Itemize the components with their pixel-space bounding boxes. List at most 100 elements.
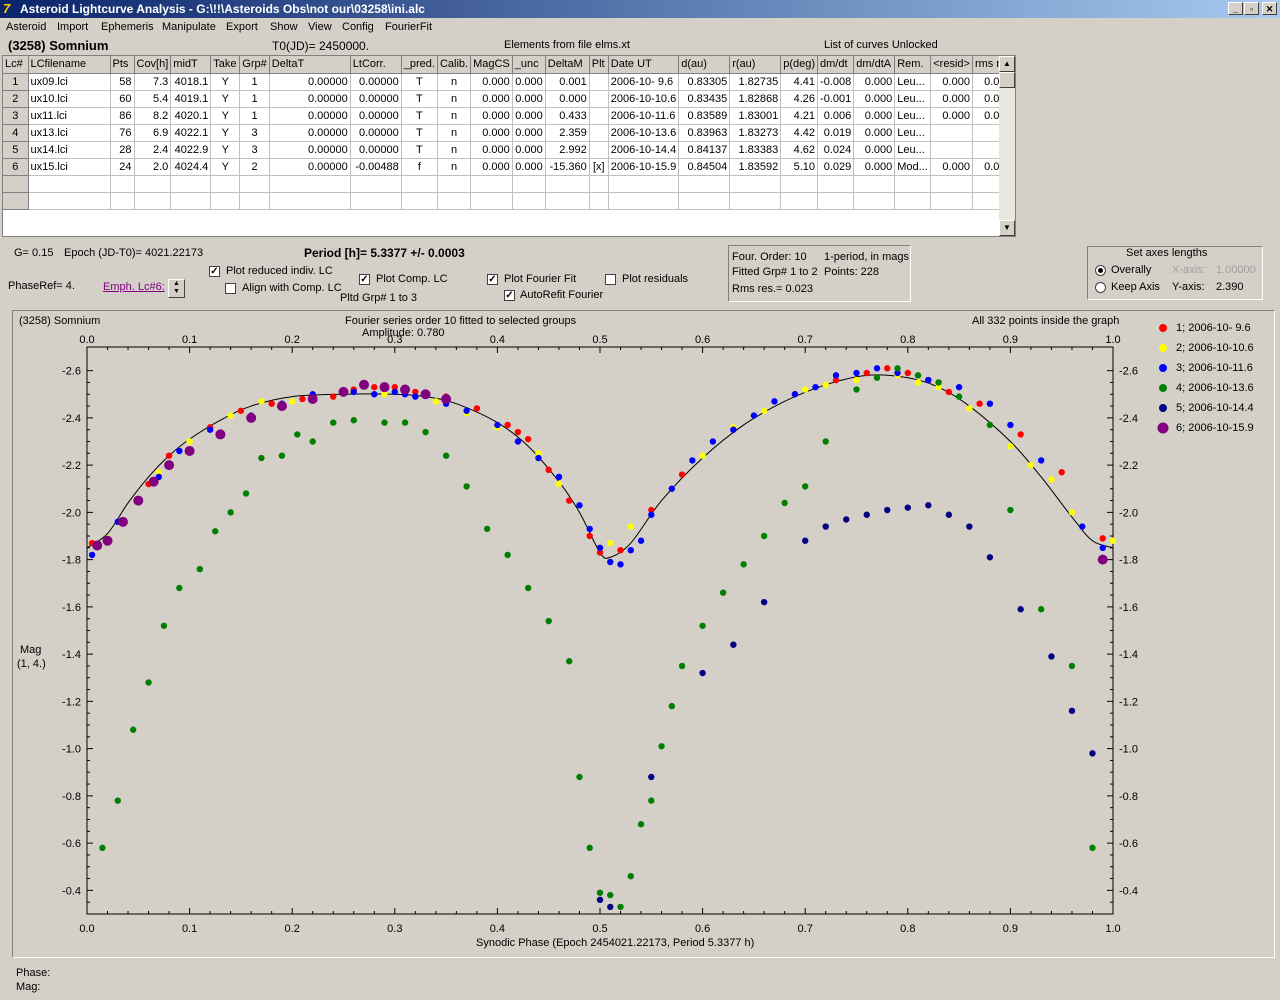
grid-row[interactable]: 2 ux10.lci 60 5.4 4019.1 Y 1 0.00000 0.00000 Tn 0.… <box>3 90 1015 108</box>
close-button[interactable]: ✕ <box>1262 2 1277 15</box>
grid-cell[interactable]: 0.000 <box>512 73 546 91</box>
grid-cell[interactable]: 4.62 <box>780 141 819 159</box>
grid-cell[interactable]: 0.000 <box>470 107 513 125</box>
grid-scrollbar[interactable]: ▲ ▼ <box>999 56 1015 236</box>
grid-row[interactable]: 6 ux15.lci 24 2.0 4024.4 Y 2 0.00000 -0.00488 f n 0… <box>3 158 1015 176</box>
grid-cell[interactable] <box>350 192 402 210</box>
grid-cell[interactable]: 1 <box>239 73 270 91</box>
grid-cell[interactable] <box>437 192 472 210</box>
grid-cell[interactable]: 0.000 <box>545 90 590 108</box>
grid-cell[interactable] <box>894 175 932 193</box>
grid-cell[interactable]: 2 <box>239 158 270 176</box>
plot-fourier-checkbox[interactable]: ✓ <box>487 274 498 285</box>
grid-cell[interactable]: 0.00000 <box>269 90 351 108</box>
grid-row[interactable]: 3 ux11.lci 86 8.2 4020.1 Y 1 0.00000 0.00000 Tn 0.… <box>3 107 1015 125</box>
plot-reduced-checkbox[interactable]: ✓ <box>209 266 220 277</box>
grid-cell[interactable]: 1.82868 <box>729 90 782 108</box>
grid-cell[interactable]: 1.82735 <box>729 73 782 91</box>
grid-cell[interactable]: 4 <box>3 124 29 142</box>
grid-cell[interactable]: Y <box>210 90 241 108</box>
minimize-button[interactable]: _ <box>1228 2 1243 15</box>
grid-cell[interactable] <box>545 175 590 193</box>
grid-cell[interactable]: ux10.lci <box>28 90 111 108</box>
grid-cell[interactable]: 0.000 <box>512 158 546 176</box>
grid-cell[interactable] <box>589 90 609 108</box>
grid-cell[interactable] <box>930 124 973 142</box>
emph-lc-spinner[interactable]: ▲ ▼ <box>168 279 185 298</box>
grid-cell[interactable] <box>853 192 896 210</box>
grid-cell[interactable]: Y <box>210 141 241 159</box>
grid-cell[interactable] <box>545 192 590 210</box>
grid-header-cell[interactable]: dm/dtA <box>853 56 896 74</box>
grid-cell[interactable]: 3 <box>239 124 270 142</box>
grid-cell[interactable] <box>110 175 135 193</box>
grid-cell[interactable] <box>512 192 546 210</box>
grid-cell[interactable]: 8.2 <box>134 107 172 125</box>
maximize-button[interactable]: ▫ <box>1244 2 1259 15</box>
grid-cell[interactable]: -15.360 <box>545 158 590 176</box>
grid-cell[interactable]: 4.26 <box>780 90 819 108</box>
grid-cell[interactable]: n <box>437 141 472 159</box>
scroll-up-button[interactable]: ▲ <box>999 56 1015 72</box>
grid-cell[interactable]: 4019.1 <box>170 90 212 108</box>
grid-cell[interactable]: n <box>437 73 472 91</box>
grid-cell[interactable] <box>589 141 609 159</box>
grid-cell[interactable]: ux11.lci <box>28 107 111 125</box>
grid-cell[interactable] <box>678 175 731 193</box>
grid-cell[interactable]: 3 <box>3 107 29 125</box>
grid-cell[interactable] <box>512 175 546 193</box>
grid-row[interactable] <box>3 175 1015 193</box>
grid-cell[interactable] <box>470 175 513 193</box>
grid-cell[interactable]: 1.83273 <box>729 124 782 142</box>
grid-header-cell[interactable]: d(au) <box>678 56 731 74</box>
scroll-down-button[interactable]: ▼ <box>999 220 1015 236</box>
grid-cell[interactable] <box>350 175 402 193</box>
grid-cell[interactable] <box>589 107 609 125</box>
menu-ephemeris[interactable]: Ephemeris <box>101 21 154 33</box>
grid-header-cell[interactable]: dm/dt <box>817 56 855 74</box>
grid-cell[interactable] <box>269 192 351 210</box>
grid-cell[interactable]: 0.00000 <box>269 124 351 142</box>
grid-cell[interactable] <box>729 192 782 210</box>
grid-cell[interactable]: 0.83963 <box>678 124 731 142</box>
grid-cell[interactable]: 28 <box>110 141 135 159</box>
grid-cell[interactable] <box>930 141 973 159</box>
grid-cell[interactable]: 0.000 <box>470 73 513 91</box>
grid-cell[interactable] <box>589 192 609 210</box>
grid-cell[interactable]: 0.433 <box>545 107 590 125</box>
grid-cell[interactable]: 0.000 <box>512 90 546 108</box>
grid-cell[interactable] <box>608 192 680 210</box>
overally-radio[interactable] <box>1095 265 1106 276</box>
grid-cell[interactable]: Y <box>210 107 241 125</box>
plot-residuals-checkbox[interactable] <box>605 274 616 285</box>
grid-header-cell[interactable]: Cov[h] <box>134 56 172 74</box>
grid-header-cell[interactable]: p(deg) <box>780 56 819 74</box>
grid-cell[interactable]: 2006-10-14.4 <box>608 141 680 159</box>
grid-cell[interactable]: Mod... <box>894 158 932 176</box>
grid-cell[interactable]: 2006-10-13.6 <box>608 124 680 142</box>
grid-cell[interactable]: 0.000 <box>853 90 896 108</box>
grid-cell[interactable]: 4022.1 <box>170 124 212 142</box>
grid-cell[interactable]: 0.000 <box>853 141 896 159</box>
grid-cell[interactable] <box>134 175 172 193</box>
grid-cell[interactable]: 1 <box>239 107 270 125</box>
grid-cell[interactable] <box>589 124 609 142</box>
grid-cell[interactable]: 0.000 <box>470 158 513 176</box>
grid-cell[interactable]: ux13.lci <box>28 124 111 142</box>
grid-cell[interactable]: f <box>401 158 438 176</box>
grid-cell[interactable]: 60 <box>110 90 135 108</box>
grid-header-cell[interactable]: Rem. <box>894 56 932 74</box>
menu-show[interactable]: Show <box>270 21 298 33</box>
grid-cell[interactable] <box>134 192 172 210</box>
grid-cell[interactable] <box>3 175 29 193</box>
grid-cell[interactable]: 4018.1 <box>170 73 212 91</box>
grid-header-cell[interactable]: Lc# <box>3 56 29 74</box>
autorefit-checkbox[interactable]: ✓ <box>504 290 515 301</box>
grid-cell[interactable]: 2.0 <box>134 158 172 176</box>
grid-header-cell[interactable]: Calib. <box>437 56 472 74</box>
grid-cell[interactable] <box>170 192 212 210</box>
grid-cell[interactable] <box>678 192 731 210</box>
grid-cell[interactable]: 24 <box>110 158 135 176</box>
menu-asteroid[interactable]: Asteroid <box>6 21 46 33</box>
grid-cell[interactable] <box>780 175 819 193</box>
